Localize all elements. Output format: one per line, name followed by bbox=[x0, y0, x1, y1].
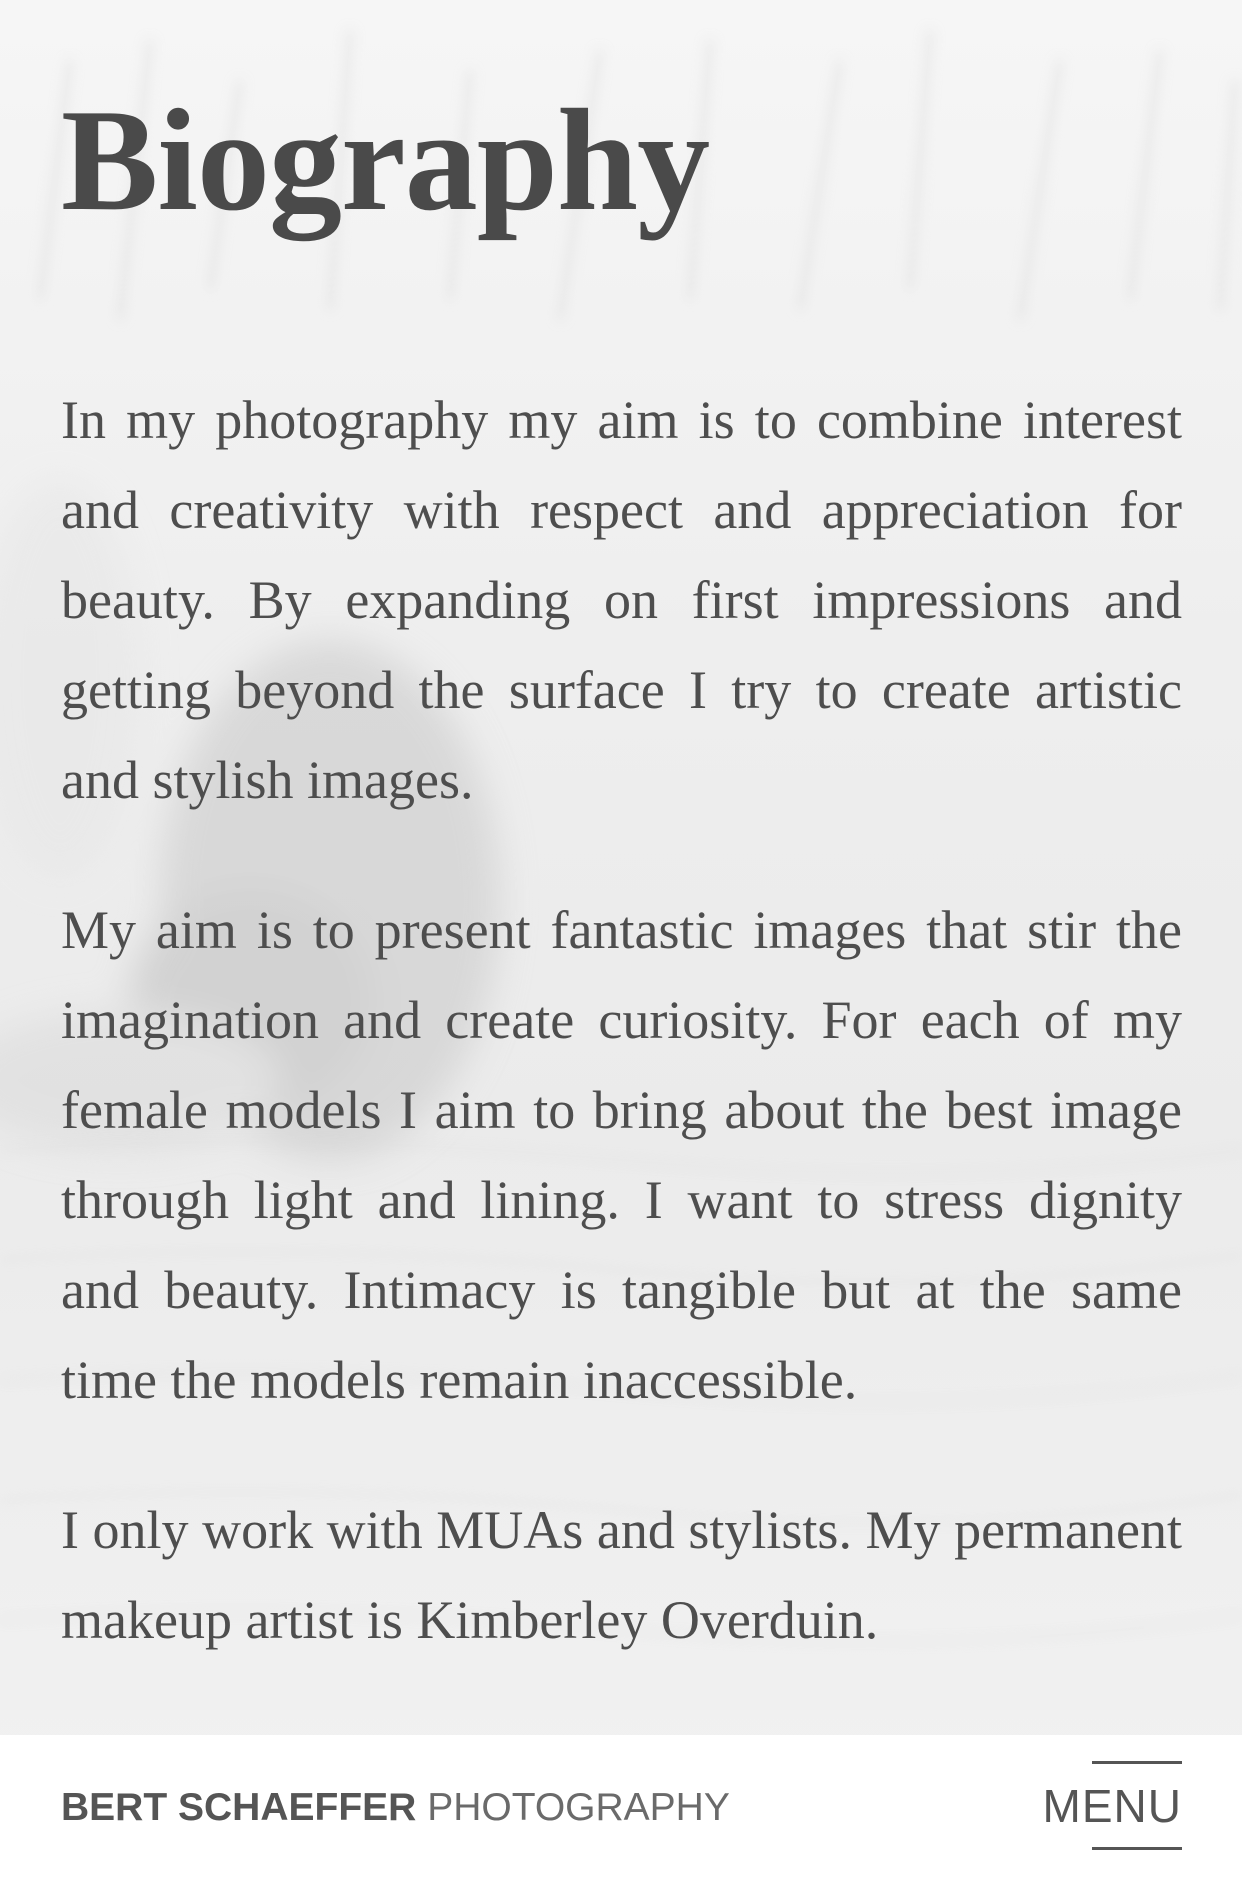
biography-paragraph-2: My aim is to present fantastic images th… bbox=[61, 900, 1182, 1410]
biography-content: Biography In my photography my aim is to… bbox=[61, 60, 1182, 1665]
footer-bar: BERT SCHAEFFER PHOTOGRAPHY MENU bbox=[0, 1735, 1242, 1879]
menu-label: MENU bbox=[1042, 1780, 1182, 1832]
brand-name: BERT SCHAEFFER bbox=[61, 1786, 417, 1829]
biography-paragraph-3: I only work with MUAs and stylists. My p… bbox=[61, 1500, 1182, 1650]
menu-line-top bbox=[1092, 1761, 1182, 1764]
brand-tagline: PHOTOGRAPHY bbox=[427, 1786, 730, 1829]
page-title: Biography bbox=[61, 79, 710, 241]
biography-paragraph-1: In my photography my aim is to combine i… bbox=[61, 390, 1182, 810]
menu-line-bottom bbox=[1092, 1847, 1182, 1850]
brand-logo[interactable]: BERT SCHAEFFER PHOTOGRAPHY bbox=[61, 1783, 730, 1833]
menu-button[interactable]: MENU bbox=[1040, 1761, 1182, 1851]
